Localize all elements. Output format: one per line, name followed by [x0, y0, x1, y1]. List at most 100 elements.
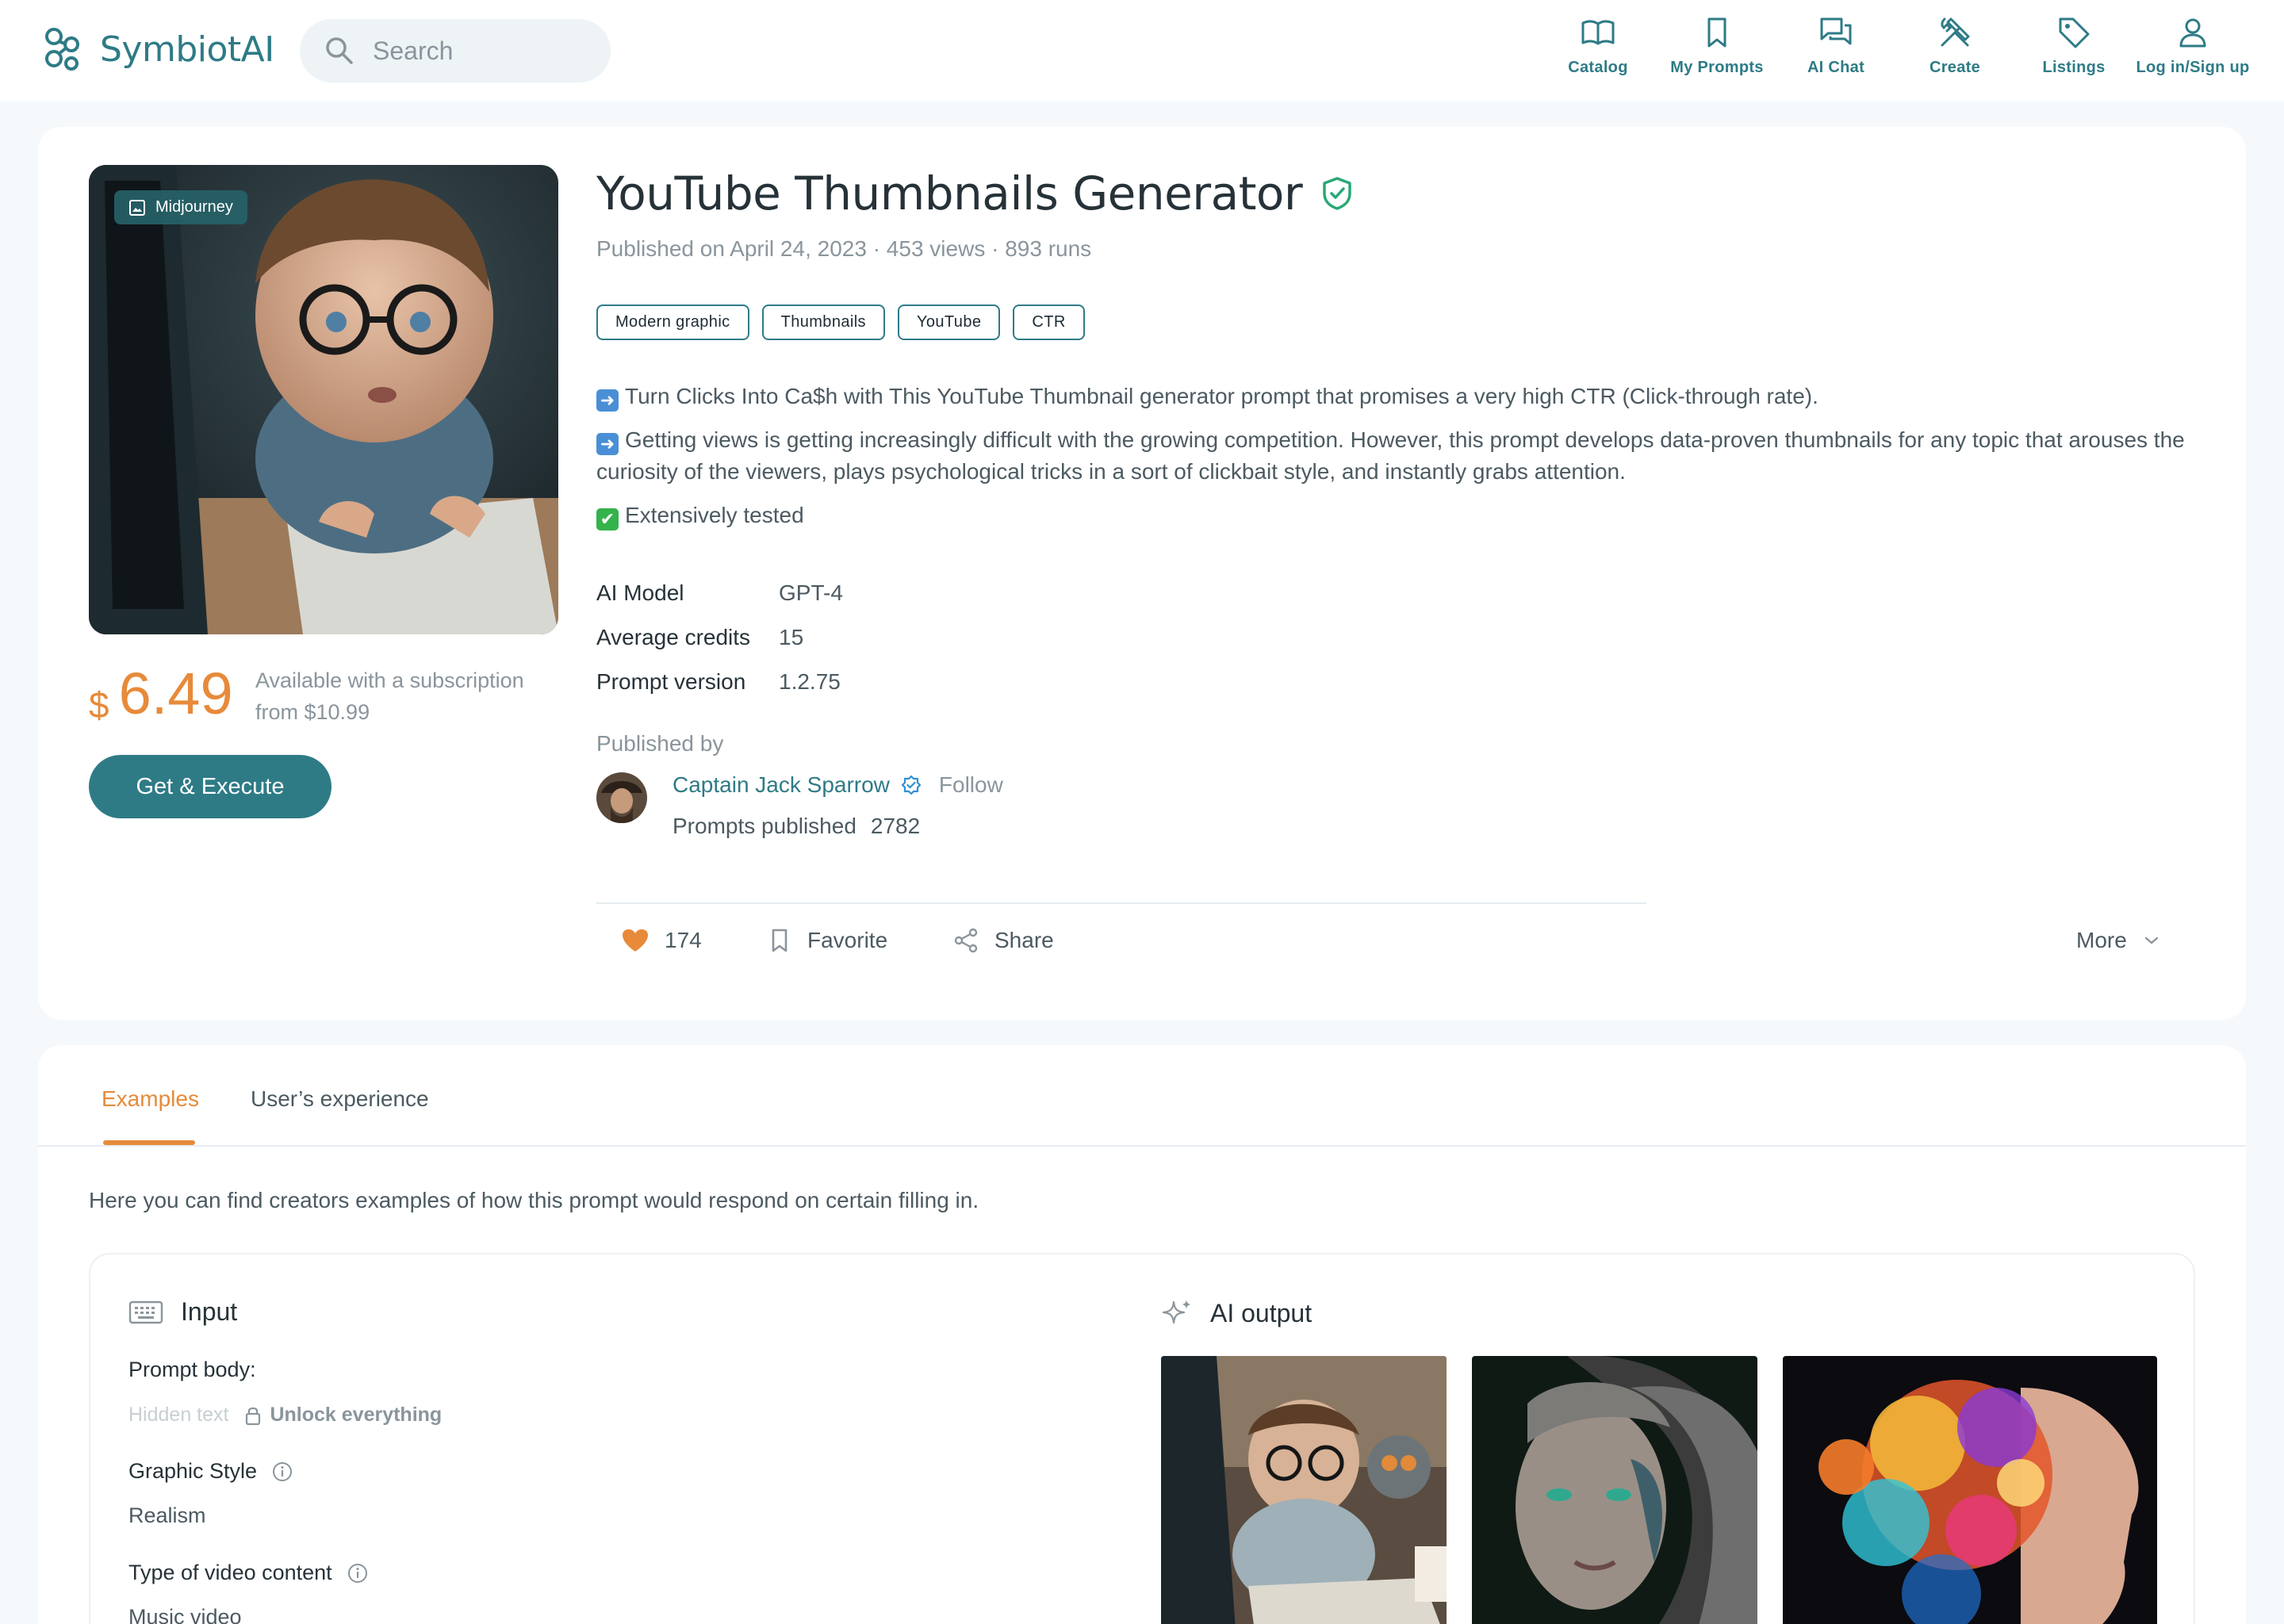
- tag-chip[interactable]: Thumbnails: [761, 304, 885, 340]
- output-title: AI output: [1210, 1298, 1313, 1327]
- nav-label-create: Create: [1929, 59, 1981, 76]
- engine-badge-label: Midjourney: [155, 198, 233, 216]
- sparkles-icon: [1162, 1300, 1191, 1324]
- user-icon: [2179, 18, 2206, 48]
- chat-bubbles-icon: [1820, 17, 1852, 45]
- favorite-button[interactable]: Favorite: [768, 928, 887, 953]
- field-value-video-content: Music video: [128, 1605, 242, 1624]
- heart-icon: [623, 929, 648, 952]
- examples-intro: Here you can find creators examples of h…: [89, 1188, 979, 1212]
- tag-list: Modern graphic Thumbnails YouTube CTR: [596, 304, 1085, 340]
- spec-row: Average credits 15: [596, 615, 843, 660]
- tag-icon: [2059, 17, 2090, 48]
- spec-key: Average credits: [596, 625, 751, 649]
- favorite-label: Favorite: [807, 928, 888, 952]
- field-label-graphic-style: Graphic Style: [128, 1459, 293, 1484]
- spec-value: 15: [779, 625, 804, 649]
- spec-key: AI Model: [596, 580, 684, 605]
- author-block: Captain Jack Sparrow Follow Prompts publ…: [596, 772, 1003, 839]
- publish-meta: Published on April 24, 2023 · 453 views …: [596, 236, 1092, 261]
- like-count: 174: [665, 928, 702, 952]
- tag-chip[interactable]: Modern graphic: [596, 304, 749, 340]
- example-panel: Input Prompt body: Hidden text Unlock ev…: [89, 1253, 2195, 1624]
- prompt-body-label: Prompt body:: [128, 1358, 256, 1381]
- share-label: Share: [994, 928, 1054, 952]
- logo-icon: [45, 28, 79, 71]
- title-row: YouTube Thumbnails Generator: [596, 167, 1353, 220]
- author-name-link[interactable]: Captain Jack Sparrow: [673, 772, 890, 798]
- price: $ 6.49: [89, 660, 233, 727]
- output-image[interactable]: [1783, 1356, 2157, 1624]
- output-image[interactable]: [1161, 1356, 1447, 1624]
- subscription-note: Available with a subscription from $10.9…: [255, 668, 524, 724]
- image-icon: [129, 199, 145, 216]
- nav-catalog[interactable]: Catalog: [1539, 14, 1657, 77]
- top-header: SymbiotAI Catalog My Prompts: [0, 0, 2284, 102]
- more-label: More: [2076, 928, 2127, 952]
- app-name: SymbiotAI: [100, 29, 274, 70]
- field-label-video-content: Type of video content: [128, 1561, 369, 1585]
- engine-badge: Midjourney: [114, 190, 247, 224]
- published-by-label: Published by: [596, 731, 724, 756]
- get-execute-button[interactable]: Get & Execute: [89, 755, 331, 818]
- keyboard-icon: [128, 1300, 163, 1323]
- main-nav: Catalog My Prompts AI Chat Create Listin…: [1539, 14, 2252, 77]
- nav-label-listings: Listings: [2042, 59, 2106, 76]
- price-value: 6.49: [118, 661, 233, 726]
- nav-listings[interactable]: Listings: [2014, 14, 2133, 77]
- search-bar[interactable]: [300, 19, 611, 82]
- prompt-detail-card: Midjourney $ 6.49 Available with a subsc…: [38, 127, 2246, 1020]
- nav-create[interactable]: Create: [1895, 14, 2014, 77]
- search-icon: [326, 37, 353, 64]
- nav-label-catalog: Catalog: [1568, 59, 1628, 76]
- spec-key: Prompt version: [596, 669, 746, 694]
- info-icon[interactable]: [347, 1562, 369, 1584]
- active-tab-indicator: [103, 1140, 195, 1145]
- spec-row: AI Model GPT-4: [596, 571, 843, 615]
- tools-icon: [1941, 17, 1970, 47]
- prompt-cover-image[interactable]: Midjourney: [89, 165, 558, 634]
- hidden-text: Hidden text: [128, 1404, 229, 1426]
- avatar[interactable]: [596, 772, 647, 823]
- like-button[interactable]: 174: [622, 928, 702, 953]
- tag-chip[interactable]: CTR: [1013, 304, 1085, 340]
- spec-value: 1.2.75: [779, 669, 841, 694]
- prompts-published-count: 2782: [870, 814, 921, 838]
- tab-users-experience[interactable]: User’s experience: [251, 1086, 429, 1112]
- output-heading: AI output: [1161, 1297, 1312, 1329]
- nav-ai-chat[interactable]: AI Chat: [1776, 14, 1895, 77]
- author-info: Captain Jack Sparrow Follow Prompts publ…: [673, 772, 1003, 839]
- unlock-everything-link[interactable]: Unlock everything: [244, 1404, 442, 1427]
- bookmark-icon: [1707, 17, 1726, 48]
- share-button[interactable]: Share: [953, 928, 1054, 953]
- nav-label-login: Log in/Sign up: [2136, 59, 2250, 76]
- nav-label-ai-chat: AI Chat: [1807, 59, 1865, 76]
- output-image[interactable]: [1472, 1356, 1757, 1624]
- lock-icon: [246, 1407, 261, 1425]
- verified-shield-icon: [1323, 177, 1352, 210]
- tag-chip[interactable]: YouTube: [897, 304, 1001, 340]
- tab-examples[interactable]: Examples: [102, 1086, 199, 1112]
- input-heading: Input: [128, 1297, 237, 1327]
- input-title: Input: [181, 1297, 238, 1326]
- search-input[interactable]: [373, 36, 579, 66]
- right-arrow-icon: ➜: [596, 433, 619, 455]
- follow-button[interactable]: Follow: [939, 772, 1003, 798]
- prompt-description: ➜ Turn Clicks Into Ca$h with This YouTube…: [596, 381, 2214, 543]
- hidden-prompt-row: Hidden text Unlock everything: [128, 1404, 442, 1427]
- description-paragraph: ➜ Getting views is getting increasingly d…: [596, 427, 2185, 484]
- price-currency: $: [89, 684, 109, 726]
- open-book-icon: [1581, 20, 1615, 45]
- author-line: Captain Jack Sparrow Follow: [673, 772, 1003, 798]
- prompt-specs: AI Model GPT-4 Average credits 15 Prompt…: [596, 571, 843, 704]
- app-logo[interactable]: SymbiotAI: [43, 27, 274, 71]
- spec-row: Prompt version 1.2.75: [596, 660, 843, 704]
- info-icon[interactable]: [271, 1461, 293, 1483]
- right-arrow-icon: ➜: [596, 389, 619, 412]
- nav-login[interactable]: Log in/Sign up: [2133, 14, 2252, 77]
- nav-my-prompts[interactable]: My Prompts: [1657, 14, 1776, 77]
- spec-value: GPT-4: [779, 580, 843, 605]
- cover-illustration: [89, 165, 558, 634]
- bookmark-icon: [772, 929, 788, 952]
- more-dropdown[interactable]: More: [2076, 928, 2160, 953]
